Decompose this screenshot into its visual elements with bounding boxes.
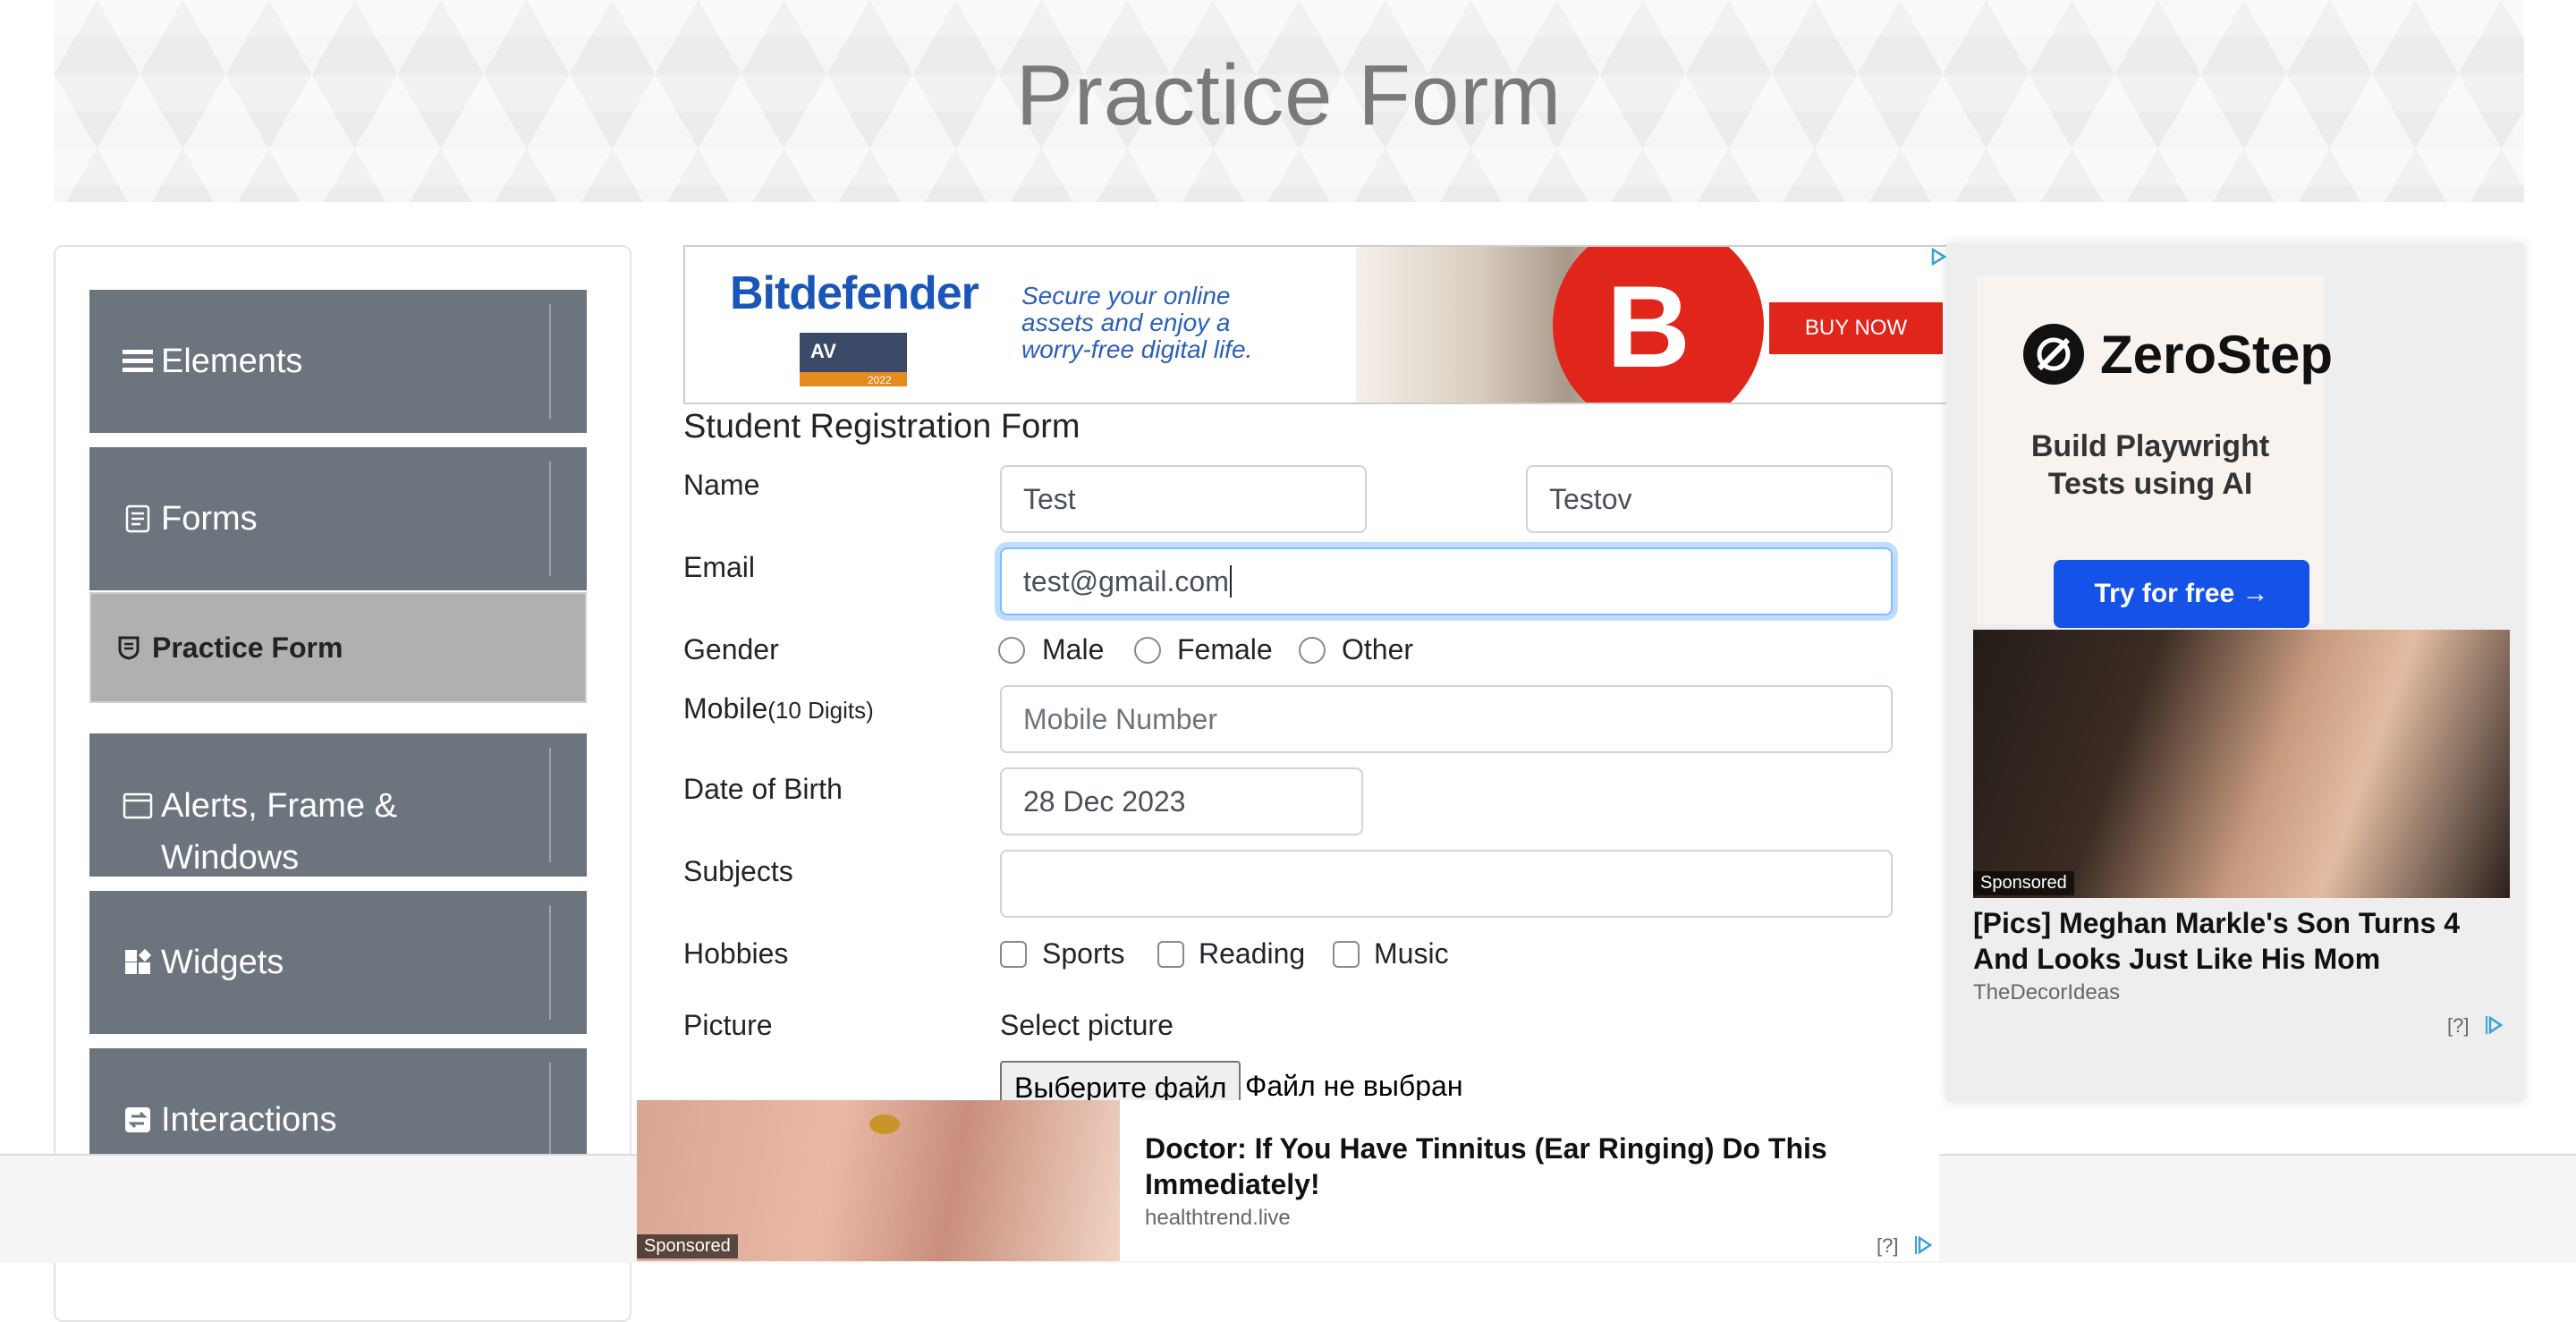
ad-tagline: Secure your online assets and enjoy a wo… xyxy=(1021,282,1253,363)
name-label: Name xyxy=(683,469,760,501)
window-icon xyxy=(120,792,156,819)
hobbies-label: Hobbies xyxy=(683,937,789,970)
gender-female-label[interactable]: Female xyxy=(1177,633,1273,666)
top-advertisement[interactable]: Bitdefender AV 2022 Secure your online a… xyxy=(683,245,1950,404)
picture-label: Picture xyxy=(683,1009,773,1041)
ad-source: TheDecorIdeas xyxy=(1973,980,2121,1004)
ad-info-link[interactable]: [?] xyxy=(1877,1234,1898,1258)
earring-detail xyxy=(869,1114,900,1134)
dob-label: Date of Birth xyxy=(683,773,843,805)
page-header: Practice Form xyxy=(54,0,2524,202)
sponsored-badge: Sponsored xyxy=(1973,871,2074,895)
ad-info-link[interactable]: [?] xyxy=(2447,1014,2469,1038)
widgets-icon xyxy=(120,948,156,977)
divider xyxy=(549,748,551,862)
subjects-input[interactable] xyxy=(1000,850,1893,918)
sidebar-group-label: Alerts, Frame & Windows xyxy=(161,787,397,877)
gender-label: Gender xyxy=(683,633,779,665)
hobby-music-checkbox[interactable] xyxy=(1333,941,1360,968)
text-caret xyxy=(1229,565,1232,597)
email-input[interactable]: test@gmail.com xyxy=(1000,547,1893,615)
gender-male-label[interactable]: Male xyxy=(1042,633,1104,666)
ad-source: healthtrend.live xyxy=(1145,1206,1291,1230)
mobile-hint: (10 Digits) xyxy=(767,697,874,724)
divider xyxy=(549,304,551,419)
interactions-icon xyxy=(120,1106,156,1134)
hobby-music-label[interactable]: Music xyxy=(1374,937,1449,970)
hobby-reading-label[interactable]: Reading xyxy=(1199,937,1305,970)
last-name-input[interactable]: Testov xyxy=(1526,465,1893,533)
page-title: Practice Form xyxy=(1015,47,1563,143)
gender-other-label[interactable]: Other xyxy=(1342,633,1413,666)
bitdefender-b-letter: B xyxy=(1606,261,1690,392)
gender-male-radio[interactable] xyxy=(998,637,1025,664)
mobile-input[interactable]: Mobile Number xyxy=(1000,685,1893,753)
download-arrow-icon[interactable] xyxy=(555,891,644,1034)
ad-headline[interactable]: [Pics] Meghan Markle's Son Turns 4 And L… xyxy=(1973,905,2460,977)
av-award-badge: AV 2022 xyxy=(800,333,907,386)
sidebar-item-label: Practice Form xyxy=(152,631,343,664)
ad-headline[interactable]: Doctor: If You Have Tinnitus (Ear Ringin… xyxy=(1145,1131,1827,1202)
hobby-reading-checkbox[interactable] xyxy=(1157,941,1184,968)
sidebar-group-label: Widgets xyxy=(161,944,284,981)
download-arrow-icon[interactable] xyxy=(555,290,644,433)
email-label: Email xyxy=(683,551,756,583)
sidebar-item-practice-form[interactable]: Practice Form xyxy=(89,592,587,703)
shield-icon xyxy=(118,635,140,660)
zerostep-brand: ZeroStep xyxy=(2100,325,2334,385)
bottom-advertisement[interactable]: Sponsored Doctor: If You Have Tinnitus (… xyxy=(637,1100,1939,1261)
select-picture-label: Select picture xyxy=(1000,1009,1174,1041)
sidebar-group-label: Elements xyxy=(161,343,303,380)
hobby-sports-checkbox[interactable] xyxy=(1000,941,1027,968)
zerostep-logo-icon xyxy=(2023,324,2084,385)
try-for-free-button[interactable]: Try for free → xyxy=(2054,560,2309,628)
sidebar-group-elements[interactable]: Elements xyxy=(89,290,612,433)
subjects-label: Subjects xyxy=(683,855,793,887)
sidebar-group-label: Interactions xyxy=(161,1101,337,1139)
gender-other-radio[interactable] xyxy=(1299,637,1326,664)
sidebar-group-alerts-frame-windows[interactable]: Alerts, Frame & Windows xyxy=(89,733,612,877)
sidebar-group-widgets[interactable]: Widgets xyxy=(89,891,612,1034)
form-title: Student Registration Form xyxy=(683,408,1080,445)
hobby-sports-label[interactable]: Sports xyxy=(1042,937,1124,970)
adchoices-icon[interactable] xyxy=(1914,1234,1933,1260)
sidebar-group-label: Forms xyxy=(161,500,258,538)
divider xyxy=(549,462,551,576)
ad-photo[interactable] xyxy=(1973,630,2510,898)
download-arrow-icon[interactable] xyxy=(555,733,644,877)
divider xyxy=(549,905,551,1020)
zerostep-ad-card[interactable]: ZeroStep Build Playwright Tests using AI… xyxy=(1977,275,2333,628)
adchoices-icon[interactable] xyxy=(1930,247,1947,271)
sponsored-badge: Sponsored xyxy=(637,1234,738,1258)
mobile-label: Mobile(10 Digits) xyxy=(683,692,874,725)
date-of-birth-input[interactable]: 28 Dec 2023 xyxy=(1000,767,1363,835)
document-icon xyxy=(120,504,156,533)
zerostep-tagline: Build Playwright Tests using AI xyxy=(2030,429,2270,501)
buy-now-button[interactable]: BUY NOW xyxy=(1769,302,1943,354)
right-advertisement[interactable]: ZeroStep Build Playwright Tests using AI… xyxy=(1946,243,2524,1102)
gender-female-radio[interactable] xyxy=(1134,637,1161,664)
first-name-input[interactable]: Test xyxy=(1000,465,1367,533)
file-status: Файл не выбран xyxy=(1245,1070,1463,1102)
bitdefender-logo: Bitdefender xyxy=(730,267,979,319)
sidebar-group-forms[interactable]: Forms xyxy=(89,447,612,590)
adchoices-icon[interactable] xyxy=(2485,1014,2504,1040)
upload-arrow-icon[interactable] xyxy=(555,447,644,590)
menu-icon xyxy=(120,348,156,375)
